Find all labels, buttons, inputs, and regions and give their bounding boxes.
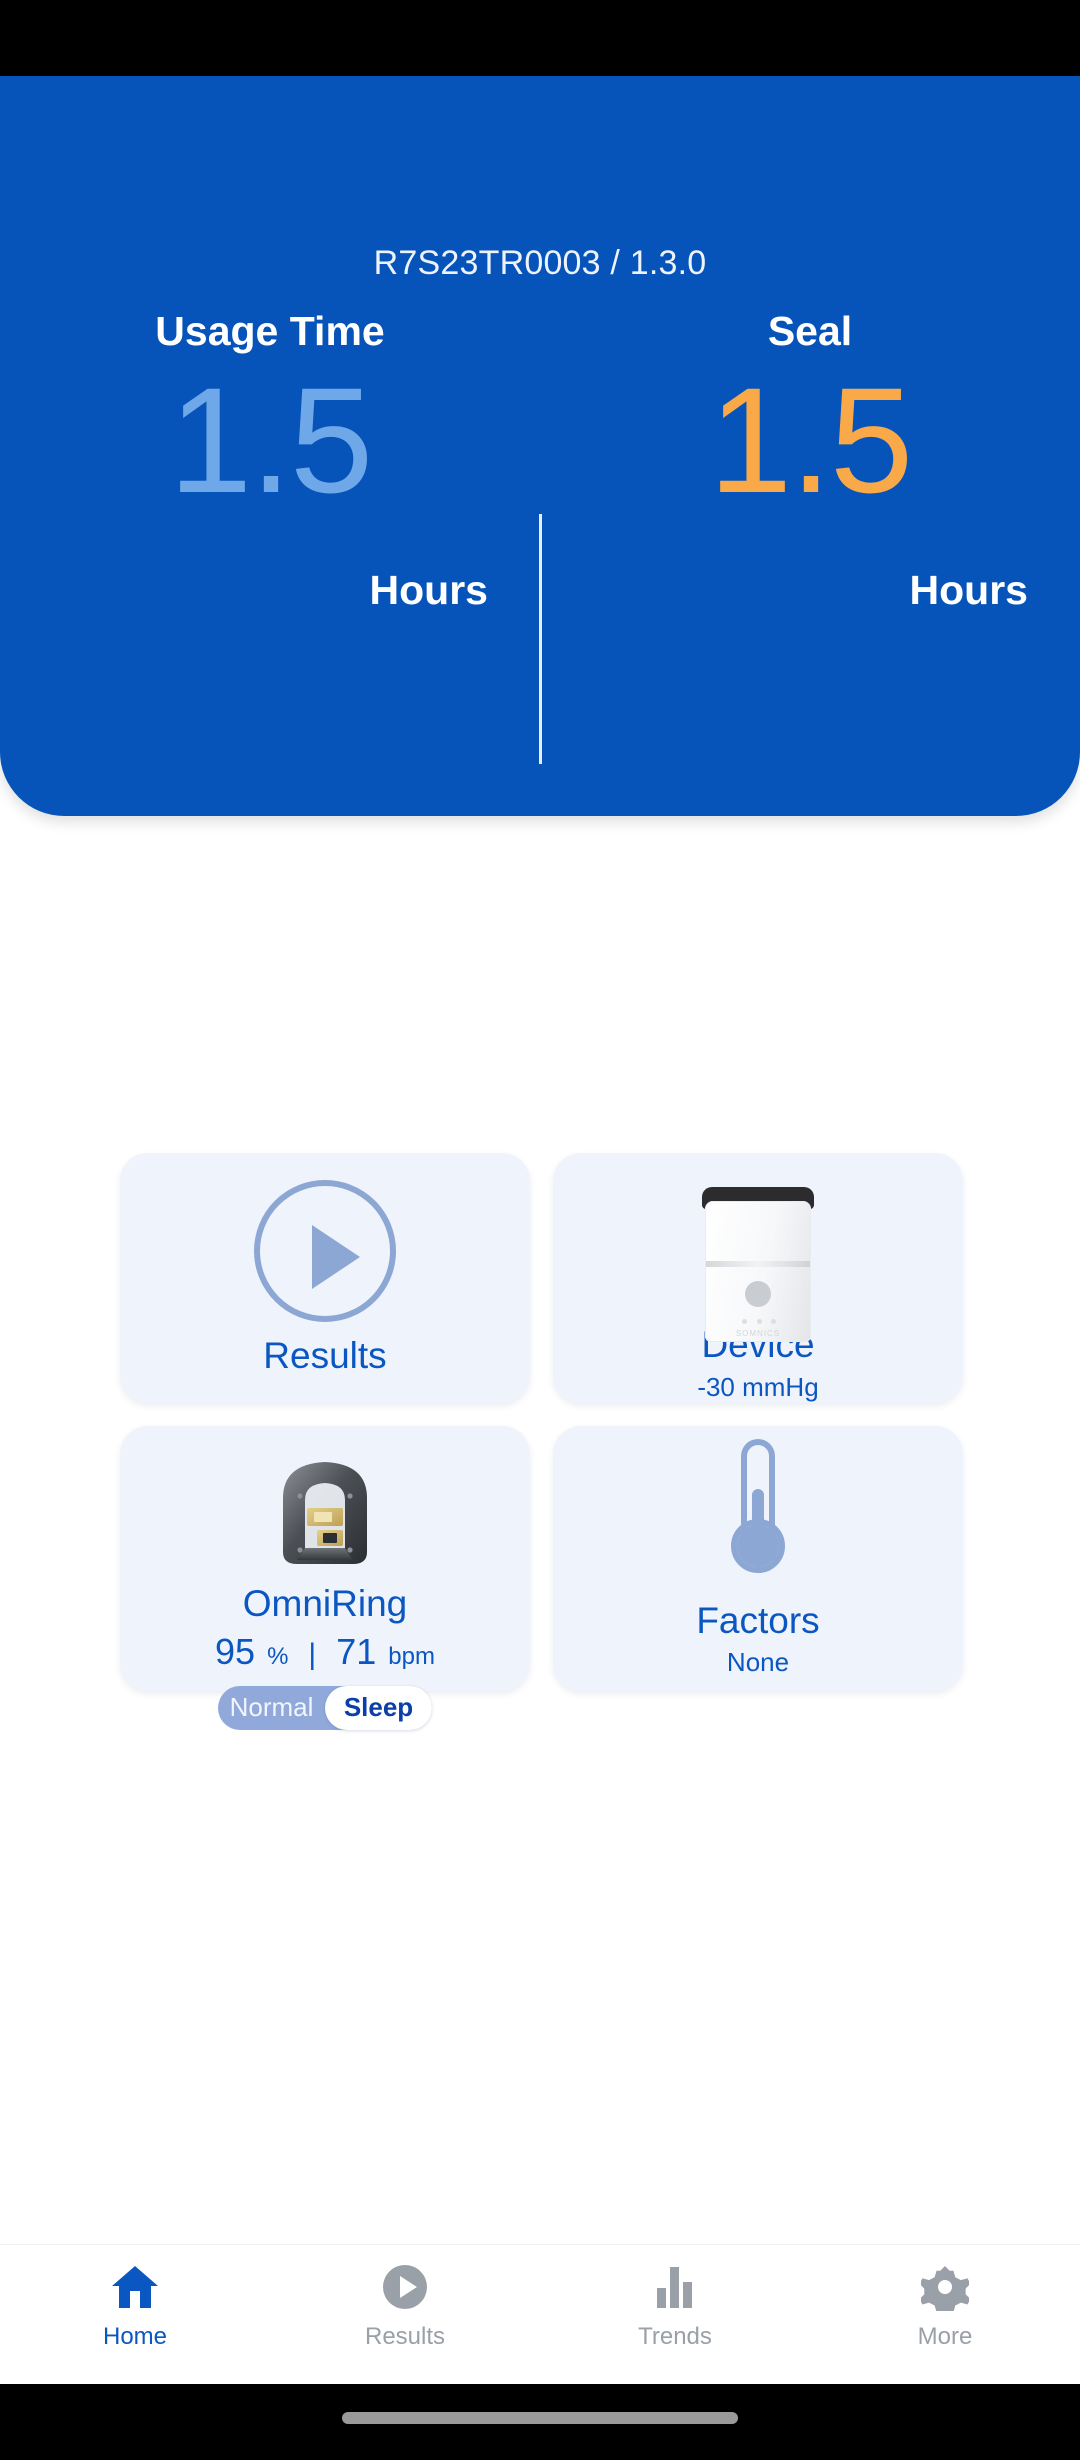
factors-card[interactable]: Factors None	[553, 1426, 963, 1691]
stats-divider	[539, 514, 542, 764]
bar-chart-icon	[647, 2259, 703, 2315]
device-pressure-value: -30 mmHg	[697, 1372, 819, 1402]
toggle-option-sleep[interactable]: Sleep	[325, 1685, 432, 1730]
play-icon	[377, 2259, 433, 2315]
usage-time-unit: Hours	[369, 567, 488, 613]
nav-item-results[interactable]: Results	[270, 2259, 540, 2351]
heart-rate-value: 71	[336, 1630, 377, 1672]
device-brand-mark: SOMNICS	[735, 1329, 781, 1338]
header-stats: Usage Time 1.5 Hours Seal 1.5 Hours	[0, 292, 1080, 764]
ring-image	[245, 1448, 405, 1578]
nav-item-more[interactable]: More	[810, 2259, 1080, 2351]
device-image: SOMNICS	[702, 1187, 814, 1342]
spo2-value: 95	[215, 1630, 256, 1672]
device-id-label: R7S23TR0003 / 1.3.0	[373, 244, 707, 282]
omniring-metrics: 95 % | 71 bpm	[215, 1631, 435, 1673]
usage-time-value: 1.5	[168, 356, 374, 524]
home-handle[interactable]	[342, 2412, 738, 2424]
factors-card-title: Factors	[696, 1599, 820, 1641]
play-triangle-icon	[312, 1224, 360, 1289]
seal-stat: Seal 1.5 Hours	[540, 292, 1080, 712]
seal-unit: Hours	[909, 567, 1028, 613]
seal-value: 1.5	[708, 356, 914, 524]
heart-rate-unit: bpm	[388, 1642, 435, 1670]
home-indicator-area	[0, 2384, 1080, 2460]
seal-title: Seal	[767, 308, 853, 354]
nav-item-trends[interactable]: Trends	[540, 2259, 810, 2351]
usage-time-title: Usage Time	[155, 308, 385, 354]
home-icon	[107, 2259, 163, 2315]
nav-label-trends: Trends	[638, 2323, 712, 2350]
usage-time-stat: Usage Time 1.5 Hours	[0, 292, 540, 712]
nav-label-more: More	[917, 2323, 973, 2350]
ring-mode-toggle[interactable]: Normal Sleep	[218, 1685, 432, 1730]
spo2-unit: %	[267, 1642, 289, 1670]
toggle-option-normal[interactable]: Normal	[218, 1686, 325, 1730]
results-card-title: Results	[263, 1334, 387, 1376]
dashboard-card-grid: Results SOMNICS Device -30 mmHg OmniRing…	[120, 1153, 963, 1730]
gear-icon	[917, 2259, 973, 2315]
thermometer-icon	[725, 1438, 791, 1585]
ring-icon	[283, 1462, 367, 1564]
nav-label-home: Home	[102, 2323, 168, 2350]
status-bar	[0, 0, 1080, 76]
app-content: R7S23TR0003 / 1.3.0 Usage Time 1.5 Hours…	[0, 76, 1080, 2384]
phone-screen: R7S23TR0003 / 1.3.0 Usage Time 1.5 Hours…	[0, 0, 1080, 2460]
nav-item-home[interactable]: Home	[0, 2259, 270, 2351]
factors-card-value: None	[726, 1647, 790, 1678]
omniring-card-title: OmniRing	[242, 1583, 408, 1624]
results-card[interactable]: Results	[120, 1153, 530, 1403]
summary-header-card: R7S23TR0003 / 1.3.0 Usage Time 1.5 Hours…	[0, 76, 1080, 816]
metrics-separator: |	[308, 1637, 317, 1671]
bottom-navigation: Home Results Trends More	[0, 2244, 1080, 2384]
play-circle-icon	[254, 1179, 396, 1322]
omniring-card[interactable]: OmniRing 95 % | 71 bpm Normal Sleep	[120, 1426, 530, 1730]
nav-label-results: Results	[364, 2323, 446, 2350]
device-card[interactable]: SOMNICS Device -30 mmHg	[553, 1153, 963, 1403]
